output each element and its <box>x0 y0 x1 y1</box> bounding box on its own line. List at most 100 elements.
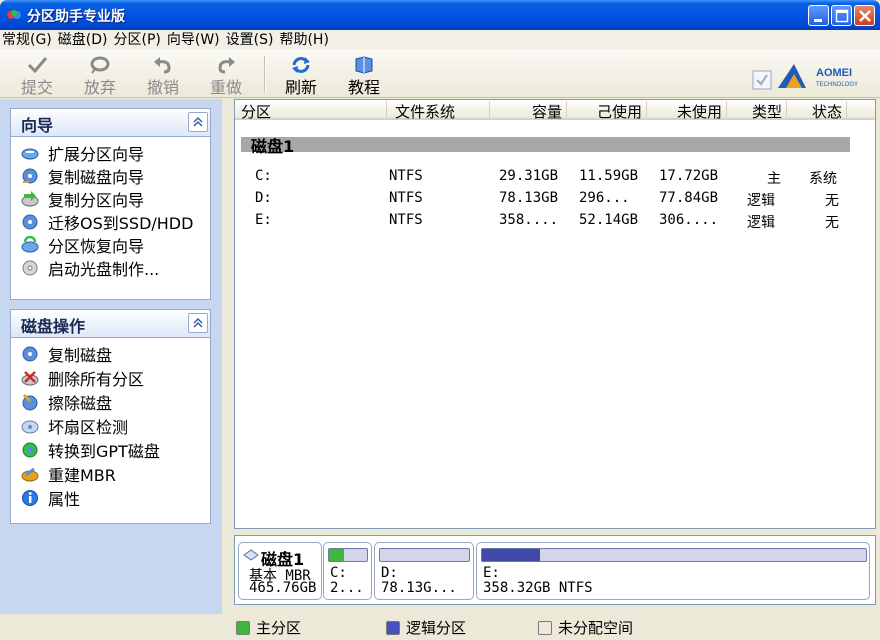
menu-help[interactable]: 帮助(H) <box>277 30 332 50</box>
task-extend-partition-wizard[interactable]: 扩展分区向导 <box>21 142 144 164</box>
menu-disk[interactable]: 磁盘(D) <box>56 30 112 50</box>
partition-c-info: 2... <box>330 580 364 596</box>
task-copy-disk[interactable]: 复制磁盘 <box>21 343 112 365</box>
partition-e-label: E: <box>483 565 500 581</box>
disk-map-partition-e[interactable]: E: 358.32GB NTFS <box>476 542 870 600</box>
column-header-partition[interactable]: 分区 <box>235 101 387 121</box>
wizard-header[interactable]: 向导 <box>11 109 210 137</box>
menu-settings[interactable]: 设置(S) <box>224 30 278 50</box>
partition-list: 分区 文件系统 容量 己使用 未使用 类型 状态 磁盘1 C: NTFS 29.… <box>234 99 876 529</box>
app-icon <box>7 10 21 19</box>
task-convert-to-gpt[interactable]: 转换到GPT磁盘 <box>21 439 160 461</box>
cell-status: 无 <box>825 215 839 231</box>
minimize-icon <box>814 19 822 22</box>
toolbar-separator <box>264 56 266 92</box>
book-icon <box>355 56 373 74</box>
cell-type: 主 <box>767 171 781 187</box>
partition-c-usage-bar <box>328 548 368 562</box>
window-title: 分区助手专业版 <box>27 9 125 25</box>
task-label: 迁移OS到SSD/HDD <box>48 214 194 233</box>
redo-button[interactable]: 重做 <box>199 54 253 97</box>
legend-primary-label: 主分区 <box>256 619 302 637</box>
commit-button[interactable]: 提交 <box>10 54 64 97</box>
redo-label: 重做 <box>209 78 242 97</box>
cell-capacity: 29.31GB <box>499 168 559 184</box>
info-icon <box>22 490 38 506</box>
cell-capacity: 78.13GB <box>499 190 559 206</box>
check-box-icon[interactable] <box>752 70 772 90</box>
task-label: 转换到GPT磁盘 <box>48 442 160 461</box>
column-header-capacity[interactable]: 容量 <box>490 101 567 121</box>
discard-button[interactable]: 放弃 <box>73 54 127 97</box>
partition-c-label: C: <box>330 565 347 581</box>
migrate-os-icon <box>22 214 38 230</box>
aomei-logo: AOMEI TECHNOLOGY <box>778 64 858 88</box>
refresh-button[interactable]: 刷新 <box>274 54 328 97</box>
task-copy-partition-wizard[interactable]: 复制分区向导 <box>21 188 144 210</box>
cell-type: 逻辑 <box>747 215 775 231</box>
wizard-collapse-button[interactable] <box>188 112 208 132</box>
tutorial-button[interactable]: 教程 <box>337 54 391 97</box>
cell-status: 系统 <box>809 171 837 187</box>
menu-wizard[interactable]: 向导(W) <box>165 30 224 50</box>
status-bar: 主分区 逻辑分区 未分配空间 <box>234 613 876 637</box>
task-wipe-disk[interactable]: 擦除磁盘 <box>21 391 112 413</box>
svg-text:AOMEI: AOMEI <box>816 67 852 79</box>
refresh-label: 刷新 <box>284 78 317 97</box>
undo-icon <box>154 57 171 74</box>
task-label: 复制磁盘 <box>48 346 113 365</box>
maximize-button[interactable] <box>831 5 852 26</box>
column-header-type[interactable]: 类型 <box>727 101 787 121</box>
task-properties[interactable]: 属性 <box>21 487 80 509</box>
bad-sector-icon <box>21 420 39 434</box>
menu-general[interactable]: 常规(G) <box>0 30 56 50</box>
task-label: 擦除磁盘 <box>48 394 113 413</box>
undo-button[interactable]: 撤销 <box>136 54 190 97</box>
disk-operations-collapse-button[interactable] <box>188 313 208 333</box>
column-header-status[interactable]: 状态 <box>787 101 847 121</box>
copy-disk-icon <box>22 346 38 362</box>
task-migrate-os-to-ssd[interactable]: 迁移OS到SSD/HDD <box>21 211 193 233</box>
toolbar: 提交 放弃 撤销 重做 刷新 教程 AOMEI TECHNOLOGY <box>0 50 880 98</box>
task-delete-all-partitions[interactable]: 删除所有分区 <box>21 367 144 389</box>
copy-partition-icon <box>21 191 39 207</box>
checkmark-icon <box>27 57 48 74</box>
disk-operations-header[interactable]: 磁盘操作 <box>11 310 210 338</box>
task-partition-recovery-wizard[interactable]: 分区恢复向导 <box>21 234 144 256</box>
menu-partition[interactable]: 分区(P) <box>112 30 165 50</box>
column-header-used[interactable]: 己使用 <box>567 101 647 121</box>
refresh-icon <box>292 57 310 73</box>
menu-bar: 常规(G) 磁盘(D) 分区(P) 向导(W) 设置(S) 帮助(H) <box>0 30 880 50</box>
partition-e-usage-fill <box>482 549 540 561</box>
minimize-button[interactable] <box>808 5 829 26</box>
task-copy-disk-wizard[interactable]: 复制磁盘向导 <box>21 165 144 187</box>
partition-d-label: D: <box>381 565 398 581</box>
task-bad-sector-check[interactable]: 坏扇区检测 <box>21 415 128 437</box>
task-label: 启动光盘制作... <box>48 260 160 279</box>
disk-map-partition-d[interactable]: D: 78.13G... <box>374 542 474 600</box>
discard-label: 放弃 <box>83 78 116 97</box>
disk-summary[interactable]: 磁盘1 基本 MBR 465.76GB <box>238 542 322 600</box>
column-header-free[interactable]: 未使用 <box>647 101 727 121</box>
column-header-filesystem[interactable]: 文件系统 <box>387 101 490 121</box>
task-rebuild-mbr[interactable]: 重建MBR <box>21 463 116 485</box>
close-button[interactable] <box>854 5 875 26</box>
wizard-group: 向导 扩展分区向导 复制磁盘向导 复制分区向导 迁移OS到SSD/HDD 分区恢… <box>10 108 211 300</box>
undo-label: 撤销 <box>146 78 179 97</box>
legend-unallocated-label: 未分配空间 <box>558 619 634 637</box>
cell-filesystem: NTFS <box>389 168 423 184</box>
column-headers: 分区 文件系统 容量 己使用 未使用 类型 状态 <box>235 100 875 121</box>
task-make-bootable-cd[interactable]: 启动光盘制作... <box>21 257 159 279</box>
svg-text:TECHNOLOGY: TECHNOLOGY <box>816 82 858 88</box>
cell-capacity: 358.... <box>499 212 559 228</box>
disk-operations-group: 磁盘操作 复制磁盘 删除所有分区 擦除磁盘 坏扇区检测 转换到GPT磁盘 重建M… <box>10 309 211 524</box>
disk-row-band[interactable] <box>241 137 850 152</box>
cell-filesystem: NTFS <box>389 190 423 206</box>
disk-map-partition-c[interactable]: C: 2... <box>323 542 372 600</box>
task-label: 复制磁盘向导 <box>48 168 145 187</box>
title-bar[interactable]: 分区助手专业版 <box>0 0 880 30</box>
cell-status: 无 <box>825 193 839 209</box>
task-pane: 向导 扩展分区向导 复制磁盘向导 复制分区向导 迁移OS到SSD/HDD 分区恢… <box>0 99 222 614</box>
task-label: 属性 <box>48 490 81 509</box>
partition-e-info: 358.32GB NTFS <box>483 580 593 596</box>
